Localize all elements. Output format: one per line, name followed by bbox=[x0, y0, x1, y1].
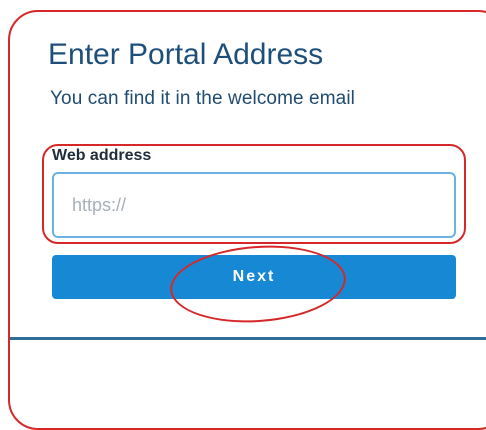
page-subtitle: You can find it in the welcome email bbox=[50, 88, 355, 109]
page-title: Enter Portal Address bbox=[48, 38, 324, 71]
web-address-input[interactable] bbox=[52, 172, 456, 238]
next-button[interactable]: Next bbox=[52, 255, 456, 299]
divider bbox=[10, 337, 486, 340]
web-address-label: Web address bbox=[52, 147, 152, 164]
